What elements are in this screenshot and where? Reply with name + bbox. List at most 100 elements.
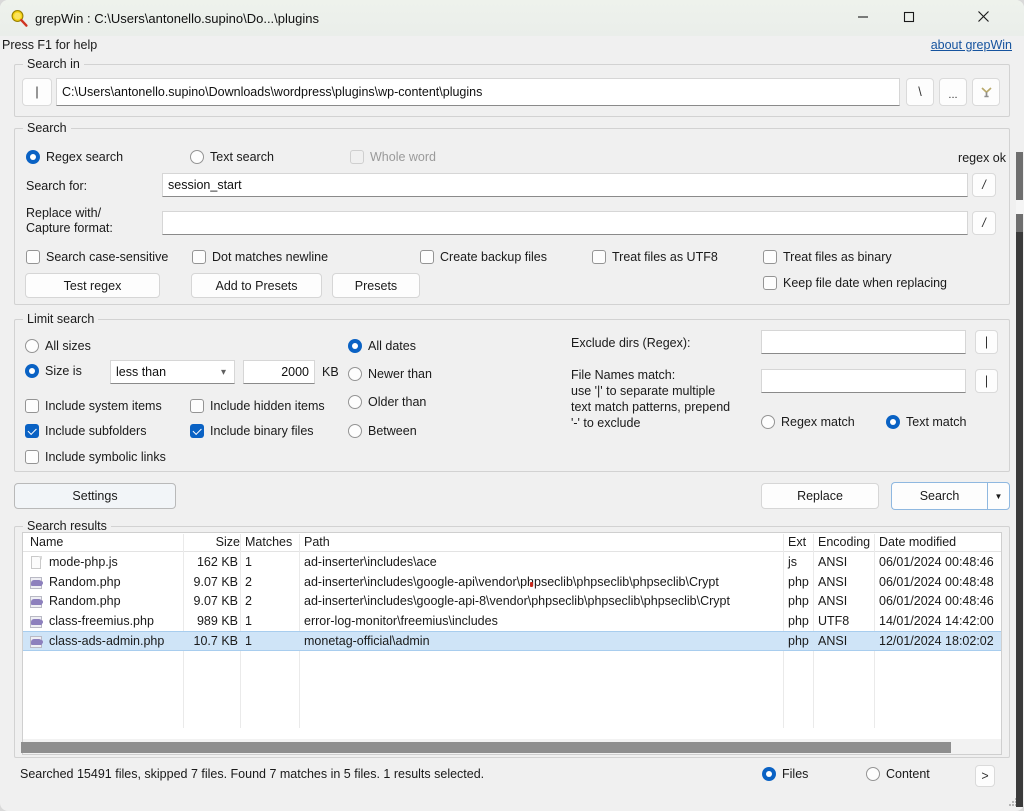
search-dropdown-button[interactable]: ▼ <box>987 482 1010 510</box>
table-row[interactable]: Random.php 9.07 KB 2 ad-inserter\include… <box>23 592 1001 612</box>
close-icon[interactable] <box>960 0 1006 33</box>
checkbox-include-system-items[interactable]: Include system items <box>25 399 162 413</box>
presets-button[interactable]: Presets <box>332 273 420 298</box>
search-for-slash-button[interactable]: / <box>972 173 996 197</box>
cell-size: 162 KB <box>196 555 238 569</box>
minimize-icon[interactable] <box>840 0 886 33</box>
results-list-header[interactable]: Name Size Matches Path Ext Encoding Date… <box>23 533 1001 552</box>
radio-regex-search[interactable]: Regex search <box>26 150 123 164</box>
file-names-label-line2: use '|' to separate multiple <box>571 384 716 398</box>
replace-with-input[interactable] <box>162 211 968 235</box>
cell-name: class-ads-admin.php <box>49 634 165 648</box>
table-row[interactable]: Random.php 9.07 KB 2 ad-inserter\include… <box>23 573 1001 593</box>
cell-ext: js <box>788 555 798 569</box>
search-in-pipe-button[interactable]: | <box>22 78 52 106</box>
checkbox-whole-word[interactable]: Whole word <box>350 150 436 164</box>
radio-text-match[interactable]: Text match <box>886 415 966 429</box>
replace-button[interactable]: Replace <box>761 483 879 509</box>
about-grepwin-link[interactable]: about grepWin <box>931 38 1012 52</box>
cell-matches: 1 <box>245 634 252 648</box>
checkbox-include-binary-files-label: Include binary files <box>210 424 314 438</box>
checkbox-treat-files-as-utf8-label: Treat files as UTF8 <box>612 250 718 264</box>
radio-all-dates[interactable]: All dates <box>348 339 416 353</box>
cell-encoding: ANSI <box>818 555 848 569</box>
cell-path: error-log-monitor\freemius\includes <box>304 613 498 628</box>
results-horizontal-scrollbar-thumb[interactable] <box>21 742 951 753</box>
size-operator-select[interactable]: less than ▾ <box>110 360 235 384</box>
checkbox-include-hidden-items[interactable]: Include hidden items <box>190 399 325 413</box>
cell-matches: 2 <box>245 574 252 589</box>
search-for-label: Search for: <box>26 179 88 193</box>
window-vertical-scrollbar-thumb[interactable] <box>1016 152 1023 232</box>
path-browse-button[interactable]: ... <box>939 78 967 106</box>
file-names-pipe-button[interactable]: | <box>975 369 998 393</box>
checkbox-include-hidden-items-label: Include hidden items <box>210 399 325 413</box>
checkbox-include-symbolic-links-label: Include symbolic links <box>45 450 166 464</box>
checkbox-include-symbolic-links[interactable]: Include symbolic links <box>25 450 166 464</box>
radio-regex-search-dot <box>26 150 40 164</box>
column-header-ext[interactable]: Ext <box>788 535 806 549</box>
checkbox-keep-file-date-when-replacing[interactable]: Keep file date when replacing <box>763 276 947 290</box>
checkbox-include-subfolders[interactable]: Include subfolders <box>25 424 146 438</box>
radio-newer-than[interactable]: Newer than <box>348 367 432 381</box>
path-history-button[interactable] <box>972 78 1000 106</box>
radio-regex-match-label: Regex match <box>781 415 855 429</box>
window-vertical-scrollbar[interactable] <box>1016 152 1023 807</box>
table-row[interactable]: class-ads-admin.php 10.7 KB 1 monetag-of… <box>23 631 1001 651</box>
cell-matches: 2 <box>245 594 252 608</box>
radio-between[interactable]: Between <box>348 424 417 438</box>
checkbox-include-binary-files[interactable]: Include binary files <box>190 424 314 438</box>
column-header-encoding[interactable]: Encoding <box>818 535 870 549</box>
exclude-dirs-input[interactable] <box>761 330 966 354</box>
radio-size-is[interactable]: Size is <box>25 364 82 378</box>
radio-all-sizes[interactable]: All sizes <box>25 339 91 353</box>
settings-button[interactable]: Settings <box>14 483 176 509</box>
path-backslash-button[interactable]: \ <box>906 78 934 106</box>
checkbox-treat-files-as-utf8[interactable]: Treat files as UTF8 <box>592 250 718 264</box>
column-header-size[interactable]: Size <box>198 535 240 549</box>
checkbox-treat-files-as-binary[interactable]: Treat files as binary <box>763 250 892 264</box>
column-header-name[interactable]: Name <box>30 535 63 549</box>
magnifier-icon <box>9 8 29 28</box>
cell-size: 9.07 KB <box>193 594 238 608</box>
table-row[interactable]: mode-php.js 162 KB 1 ad-inserter\include… <box>23 553 1001 573</box>
radio-all-sizes-label: All sizes <box>45 339 91 353</box>
size-unit-label: KB <box>322 365 339 379</box>
results-list[interactable]: Name Size Matches Path Ext Encoding Date… <box>22 532 1002 748</box>
column-header-date[interactable]: Date modified <box>879 535 956 549</box>
checkbox-include-symbolic-links-box <box>25 450 39 464</box>
checkbox-include-hidden-items-box <box>190 399 204 413</box>
maximize-icon[interactable] <box>886 0 932 33</box>
radio-files[interactable]: Files <box>762 767 808 781</box>
add-to-presets-button[interactable]: Add to Presets <box>191 273 322 298</box>
radio-text-search[interactable]: Text search <box>190 150 274 164</box>
exclude-dirs-label: Exclude dirs (Regex): <box>571 336 691 350</box>
expand-panel-button[interactable]: > <box>975 765 995 787</box>
cell-path: ad-inserter\includes\google-api-8\vendor… <box>304 594 730 608</box>
status-message: Searched 15491 files, skipped 7 files. F… <box>20 767 485 781</box>
file-names-match-input[interactable] <box>761 369 966 393</box>
search-for-input[interactable] <box>162 173 968 197</box>
search-button[interactable]: Search <box>891 482 987 510</box>
cell-name: mode-php.js <box>49 555 118 569</box>
checkbox-treat-files-as-utf8-box <box>592 250 606 264</box>
exclude-dirs-pipe-button[interactable]: | <box>975 330 998 354</box>
radio-between-label: Between <box>368 424 417 438</box>
php-file-icon <box>30 595 43 609</box>
search-results-group-label: Search results <box>23 519 111 533</box>
checkbox-search-case-sensitive[interactable]: Search case-sensitive <box>26 250 168 264</box>
table-row[interactable]: class-freemius.php 989 KB 1 error-log-mo… <box>23 612 1001 632</box>
radio-content[interactable]: Content <box>866 767 930 781</box>
search-path-input[interactable] <box>56 78 900 106</box>
test-regex-button[interactable]: Test regex <box>25 273 160 298</box>
size-value-input[interactable] <box>243 360 315 384</box>
radio-older-than[interactable]: Older than <box>348 395 426 409</box>
checkbox-whole-word-box <box>350 150 364 164</box>
checkbox-dot-matches-newline[interactable]: Dot matches newline <box>192 250 328 264</box>
column-header-matches[interactable]: Matches <box>245 535 292 549</box>
column-header-path[interactable]: Path <box>304 535 330 549</box>
replace-slash-button[interactable]: / <box>972 211 996 235</box>
radio-regex-match[interactable]: Regex match <box>761 415 855 429</box>
checkbox-create-backup-files[interactable]: Create backup files <box>420 250 547 264</box>
cell-size: 9.07 KB <box>193 574 238 589</box>
